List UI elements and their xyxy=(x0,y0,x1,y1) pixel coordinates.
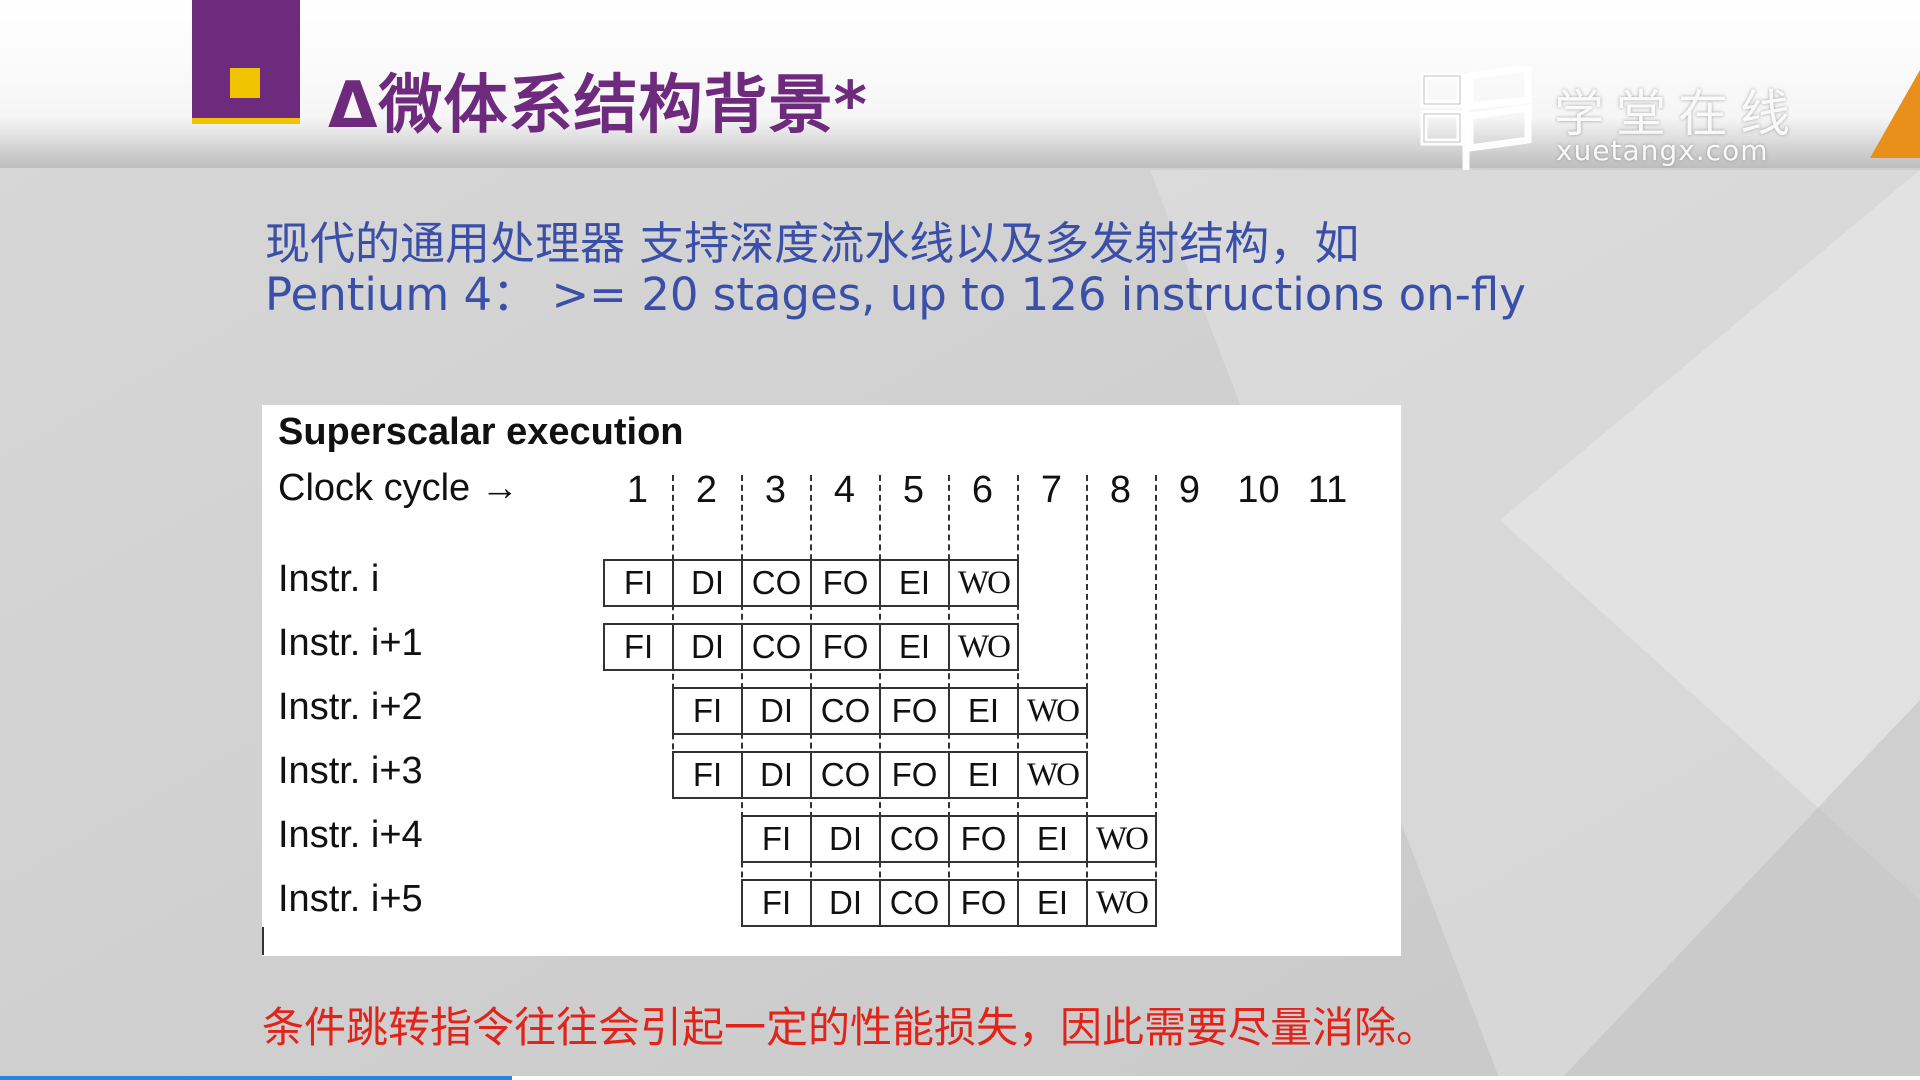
cycle-number: 9 xyxy=(1178,469,1201,511)
stage-fi-box: FI xyxy=(741,815,812,863)
clock-cycle-label: Clock cycle → xyxy=(278,467,519,509)
xuetangx-logo-icon xyxy=(1420,66,1532,170)
stage-fo-box: FO xyxy=(810,559,881,607)
cycle-number: 3 xyxy=(764,469,787,511)
stage-ei-box: EI xyxy=(1017,815,1088,863)
intro-line-2: Pentium 4： >= 20 stages, up to 126 instr… xyxy=(265,268,1526,321)
stage-di-box: DI xyxy=(672,623,743,671)
watermark-url: xuetangx.com xyxy=(1556,134,1769,167)
stage-fi-box: FI xyxy=(672,687,743,735)
instruction-label: Instr. i+5 xyxy=(278,878,423,920)
stage-di-box: DI xyxy=(810,815,881,863)
stage-wo-box: WO xyxy=(1017,751,1088,799)
logo-square xyxy=(230,68,260,98)
stage-ei-box: EI xyxy=(1017,879,1088,927)
cycle-number: 2 xyxy=(695,469,718,511)
stage-fo-box: FO xyxy=(948,815,1019,863)
cycle-number: 6 xyxy=(971,469,994,511)
stage-fi-box: FI xyxy=(603,623,674,671)
cycle-number: 7 xyxy=(1040,469,1063,511)
cycle-number: 1 xyxy=(626,469,649,511)
cycle-number: 8 xyxy=(1109,469,1132,511)
stage-di-box: DI xyxy=(741,751,812,799)
stage-co-box: CO xyxy=(879,879,950,927)
stage-fo-box: FO xyxy=(810,623,881,671)
stage-wo-box: WO xyxy=(1086,815,1157,863)
cycle-number: 10 xyxy=(1237,469,1280,511)
video-progress-bar[interactable] xyxy=(0,1076,512,1080)
slide-title: Δ微体系结构背景* xyxy=(328,69,868,143)
stage-ei-box: EI xyxy=(879,559,950,607)
cycle-number: 4 xyxy=(833,469,856,511)
stage-ei-box: EI xyxy=(948,687,1019,735)
stage-wo-box: WO xyxy=(948,623,1019,671)
intro-line-1: 现代的通用处理器 支持深度流水线以及多发射结构，如 xyxy=(265,217,1360,270)
performance-note: 条件跳转指令往往会引起一定的性能损失，因此需要尽量消除。 xyxy=(262,1003,1439,1052)
stage-co-box: CO xyxy=(879,815,950,863)
stage-di-box: DI xyxy=(672,559,743,607)
figure-edge-mark xyxy=(262,927,264,955)
cycle-number: 5 xyxy=(902,469,925,511)
title-logo-block xyxy=(192,0,300,124)
stage-co-box: CO xyxy=(741,623,812,671)
superscalar-figure: Superscalar execution Clock cycle → 1 2 3 4… xyxy=(262,405,1401,956)
stage-wo-box: WO xyxy=(1017,687,1088,735)
stage-fi-box: FI xyxy=(741,879,812,927)
instruction-label: Instr. i+2 xyxy=(278,686,423,728)
stage-ei-box: EI xyxy=(879,623,950,671)
intro-text: 现代的通用处理器 支持深度流水线以及多发射结构，如 Pentium 4： >= … xyxy=(265,218,1526,320)
stage-fo-box: FO xyxy=(879,687,950,735)
stage-di-box: DI xyxy=(741,687,812,735)
instruction-label: Instr. i+3 xyxy=(278,750,423,792)
instruction-label: Instr. i xyxy=(278,558,380,600)
stage-di-box: DI xyxy=(810,879,881,927)
stage-fo-box: FO xyxy=(948,879,1019,927)
stage-co-box: CO xyxy=(741,559,812,607)
figure-title: Superscalar execution xyxy=(278,411,684,453)
stage-fi-box: FI xyxy=(672,751,743,799)
instruction-label: Instr. i+4 xyxy=(278,814,423,856)
stage-fo-box: FO xyxy=(879,751,950,799)
stage-wo-box: WO xyxy=(1086,879,1157,927)
stage-ei-box: EI xyxy=(948,751,1019,799)
cycle-number: 11 xyxy=(1307,469,1348,511)
stage-co-box: CO xyxy=(810,687,881,735)
logo-underline xyxy=(192,118,300,124)
instruction-label: Instr. i+1 xyxy=(278,622,423,664)
stage-co-box: CO xyxy=(810,751,881,799)
stage-wo-box: WO xyxy=(948,559,1019,607)
stage-fi-box: FI xyxy=(603,559,674,607)
